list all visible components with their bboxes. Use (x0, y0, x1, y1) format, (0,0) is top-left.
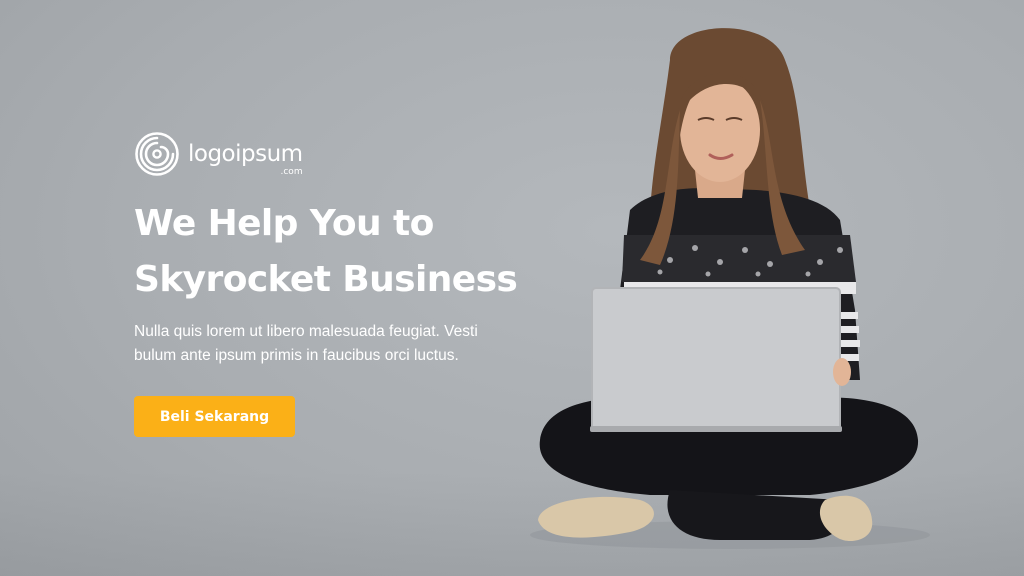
hero-description: Nulla quis lorem ut libero malesuada feu… (134, 320, 534, 368)
headline-line-2: Skyrocket Business (134, 259, 518, 300)
hero-banner: logoipsum .com We Help You to Skyrocket … (0, 0, 1024, 576)
spiral-logo-icon (135, 132, 179, 176)
description-line-2: bulum ante ipsum primis in faucibus orci… (134, 347, 459, 364)
brand-wordmark: logoipsum .com (188, 140, 303, 176)
brand-suffix: .com (280, 166, 303, 177)
brand-logo[interactable]: logoipsum .com (134, 130, 303, 178)
brand-name: logoipsum (188, 140, 303, 167)
headline-line-1: We Help You to (134, 203, 434, 244)
woman-with-laptop-illustration (520, 20, 940, 560)
description-line-1: Nulla quis lorem ut libero malesuada feu… (134, 323, 478, 340)
woman-with-laptop-image (530, 28, 930, 549)
buy-now-button[interactable]: Beli Sekarang (134, 396, 295, 437)
hero-headline: We Help You to Skyrocket Business (134, 196, 554, 308)
